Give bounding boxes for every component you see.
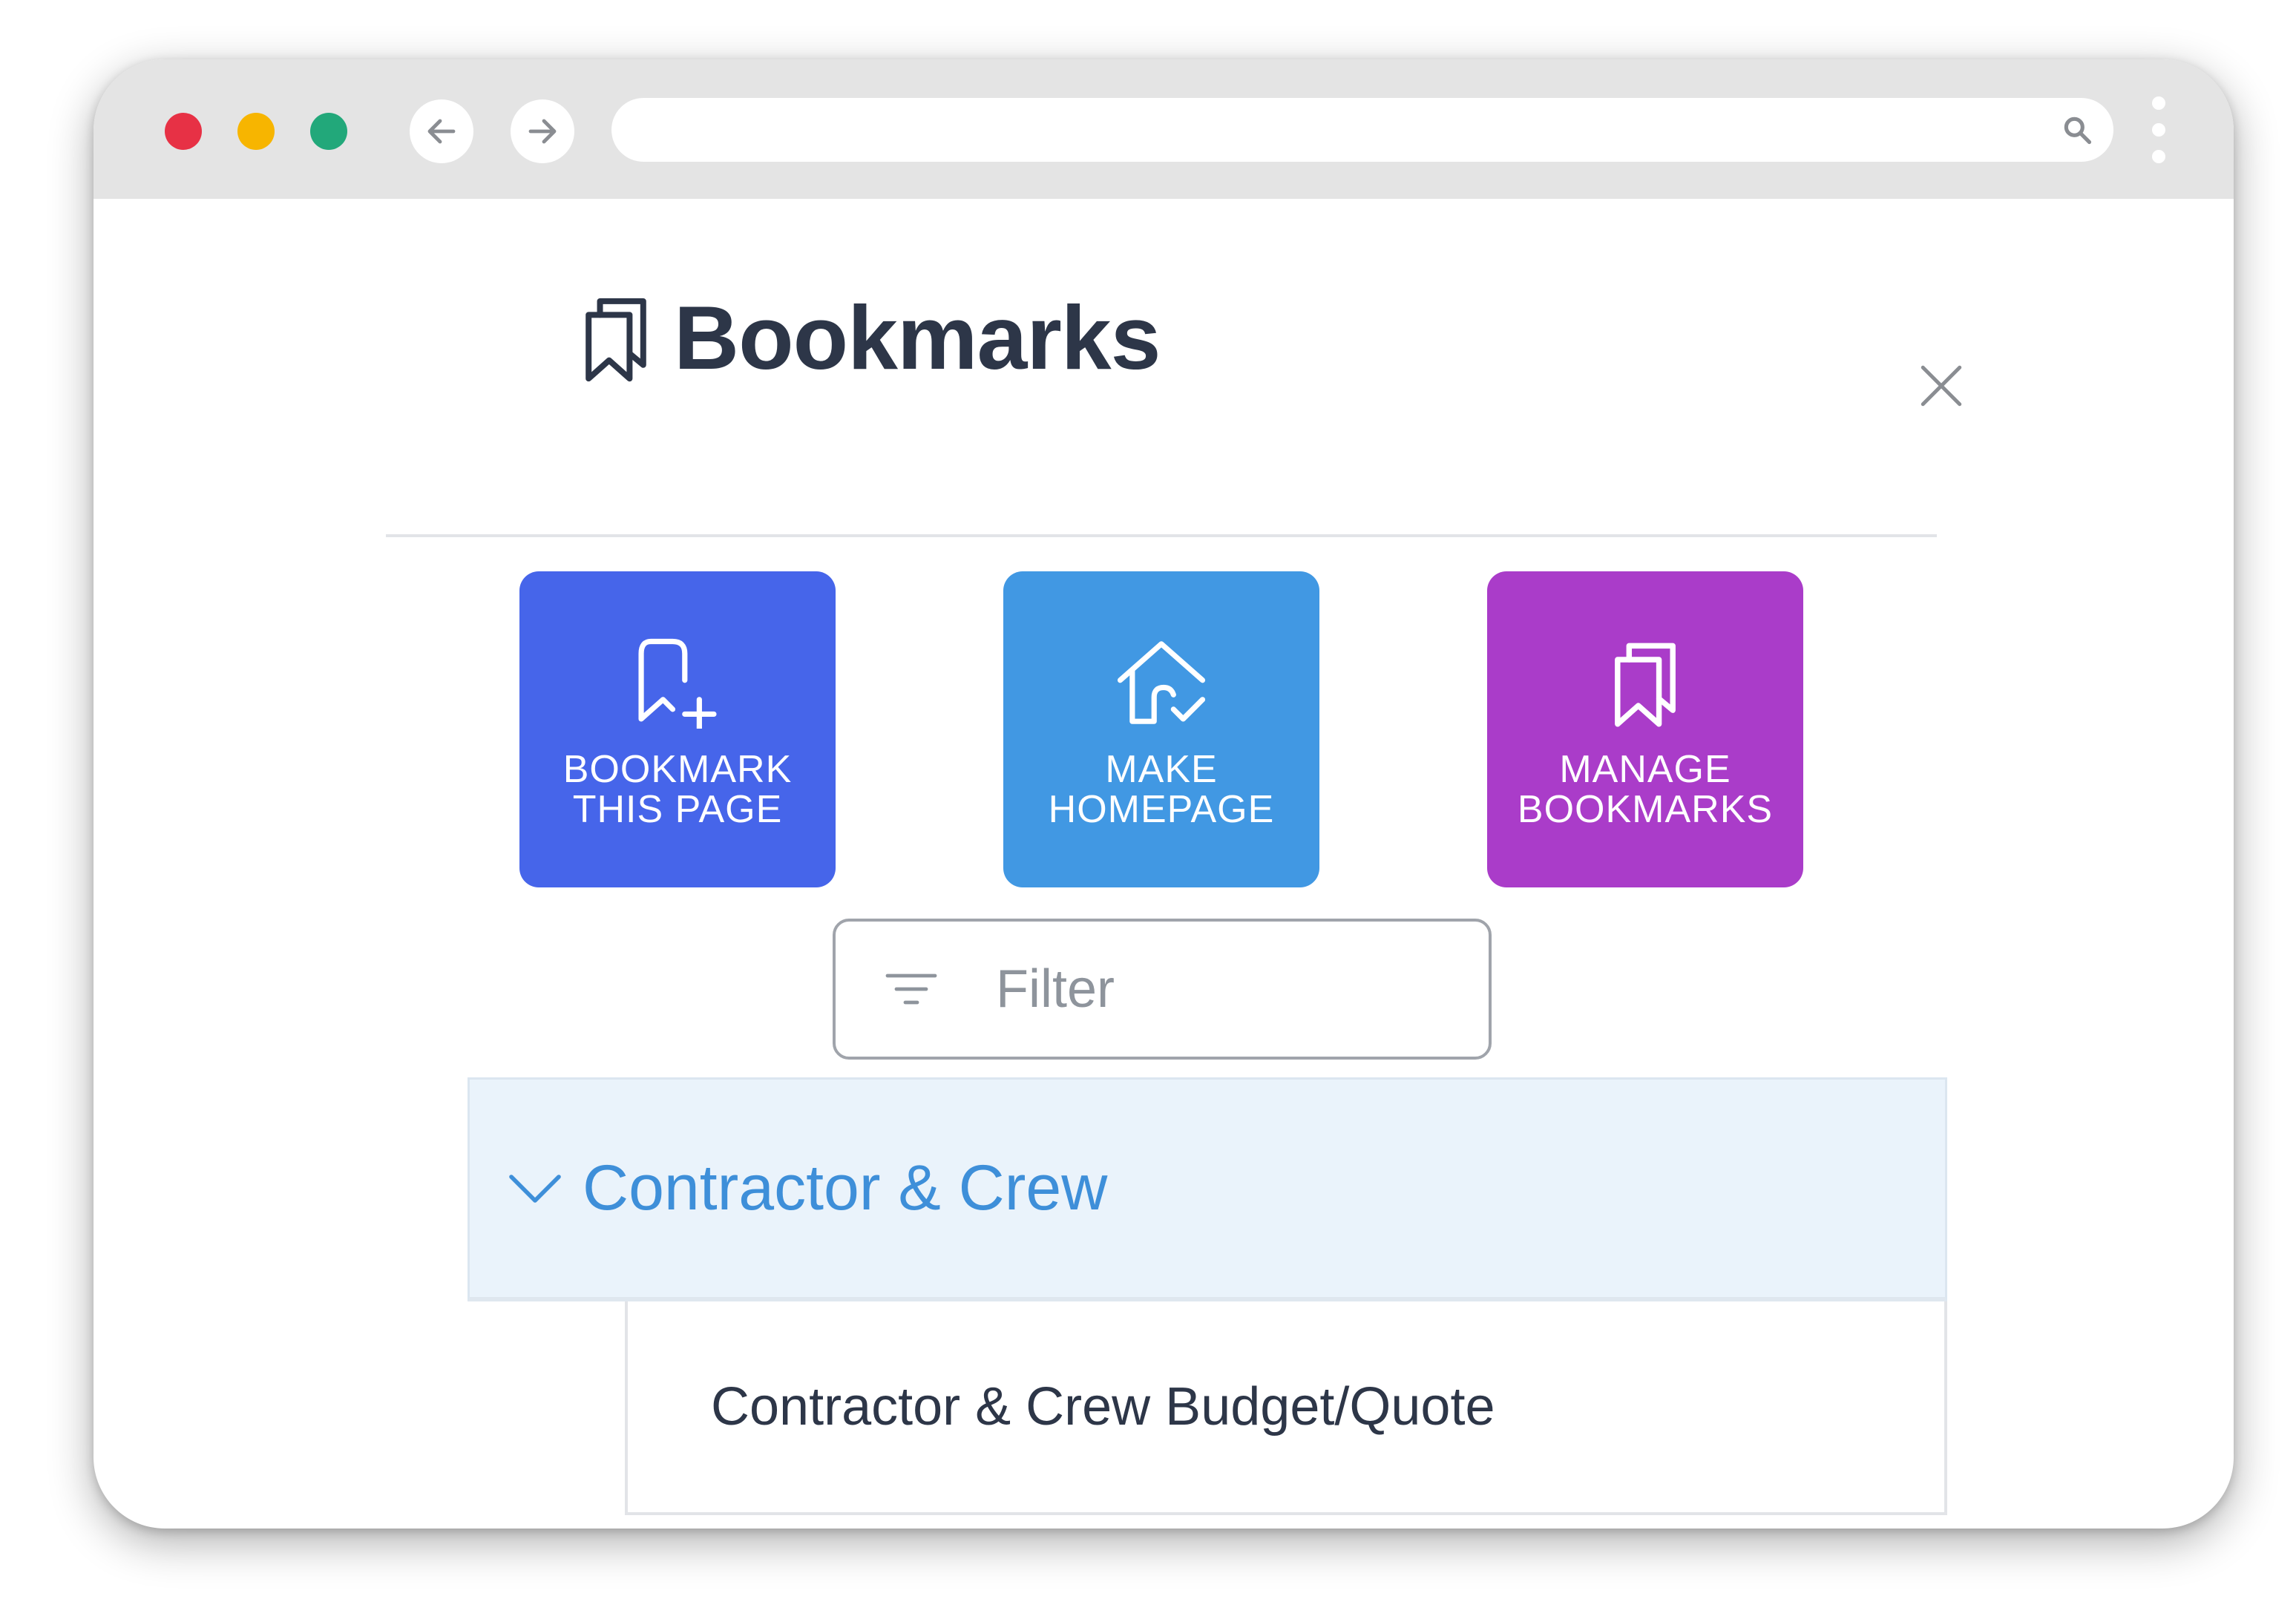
bookmark-item[interactable]: Contractor & Crew Budget/Quote xyxy=(625,1301,1947,1515)
action-label: Manage bookmarks xyxy=(1517,748,1774,831)
action-label: Make homepage xyxy=(1048,748,1275,831)
filter-input[interactable] xyxy=(996,959,1441,1020)
window-minimize-button[interactable] xyxy=(237,113,275,150)
window-close-button[interactable] xyxy=(165,113,202,150)
forward-button[interactable] xyxy=(511,99,574,163)
browser-toolbar xyxy=(94,59,2234,199)
bookmarks-icon xyxy=(586,298,646,382)
close-button[interactable] xyxy=(1910,355,1972,417)
arrow-left-icon xyxy=(427,119,456,144)
action-label: Bookmark this page xyxy=(562,748,793,831)
bookmark-item-label: Contractor & Crew Budget/Quote xyxy=(711,1377,1495,1437)
back-button[interactable] xyxy=(410,99,473,163)
filter-icon xyxy=(885,971,938,1008)
header-divider xyxy=(386,534,1937,537)
filter-field[interactable] xyxy=(833,919,1492,1060)
bookmark-add-icon xyxy=(638,638,717,729)
bookmark-group-name: Contractor & Crew xyxy=(583,1152,1108,1224)
bookmarks-icon xyxy=(1615,643,1676,727)
bookmark-this-page-button[interactable]: Bookmark this page xyxy=(519,571,836,887)
search-icon xyxy=(2064,116,2092,145)
bookmark-group-header[interactable]: Contractor & Crew xyxy=(468,1077,1947,1301)
home-check-icon xyxy=(1117,641,1206,724)
browser-window: Bookmarks Bookmark this page Make homepa… xyxy=(94,59,2234,1529)
page-title: Bookmarks xyxy=(674,287,1161,388)
arrow-right-icon xyxy=(528,119,557,144)
make-homepage-button[interactable]: Make homepage xyxy=(1003,571,1319,887)
chevron-down-icon[interactable] xyxy=(507,1172,563,1205)
window-maximize-button[interactable] xyxy=(310,113,347,150)
more-vertical-icon[interactable] xyxy=(2151,96,2168,165)
search-button[interactable] xyxy=(2060,113,2094,147)
panel-header: Bookmarks xyxy=(582,282,1161,393)
close-icon xyxy=(1921,365,1962,407)
address-bar[interactable] xyxy=(611,98,2113,162)
manage-bookmarks-button[interactable]: Manage bookmarks xyxy=(1487,571,1803,887)
